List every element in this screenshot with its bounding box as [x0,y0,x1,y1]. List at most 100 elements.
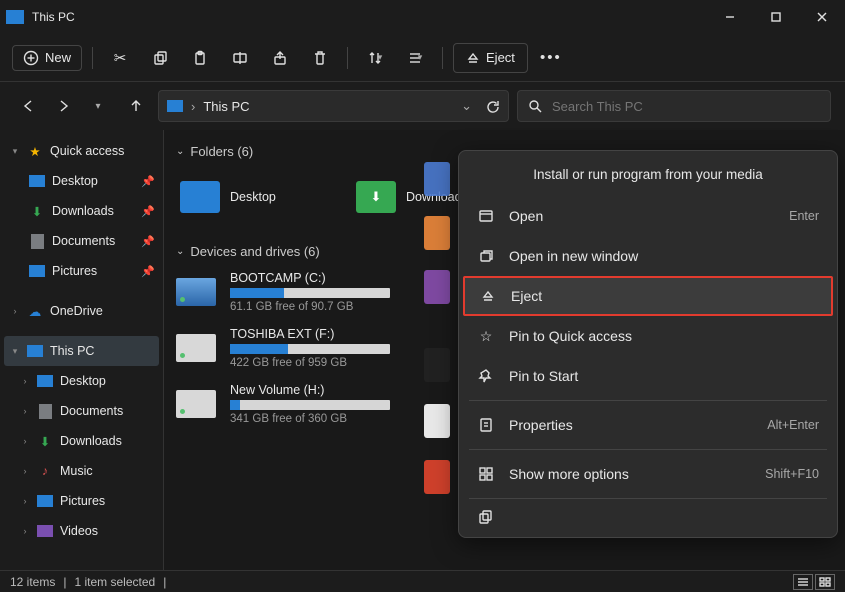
breadcrumb-location: This PC [203,99,249,114]
sidebar-this-pc[interactable]: ▾ This PC [4,336,159,366]
back-button[interactable] [14,92,42,120]
sidebar-tree-desktop[interactable]: ›Desktop [0,366,163,396]
recent-button[interactable]: ▾ [86,92,114,120]
paste-button[interactable] [183,43,217,73]
folder-videos-icon[interactable] [424,270,450,304]
view-button[interactable]: ▾ [398,43,432,73]
sidebar-item-downloads[interactable]: ⬇ Downloads 📌 [0,196,163,226]
sidebar-item-documents[interactable]: Documents 📌 [0,226,163,256]
new-button[interactable]: New [12,45,82,71]
separator [469,498,827,499]
sidebar-quick-access[interactable]: ▾ ★ Quick access [0,136,163,166]
thumbnails-view-button[interactable] [815,574,835,590]
rename-button[interactable] [223,43,257,73]
copy-button[interactable] [143,43,177,73]
context-pin-quick-access[interactable]: ☆ Pin to Quick access [463,316,833,356]
context-show-more[interactable]: Show more options Shift+F10 [463,454,833,494]
forward-button[interactable] [50,92,78,120]
up-button[interactable] [122,92,150,120]
drive-usage-bar [230,400,390,410]
address-bar[interactable]: › This PC ⌄ [158,90,509,122]
drive-usage-bar [230,288,390,298]
sidebar-item-pictures[interactable]: Pictures 📌 [0,256,163,286]
search-icon [528,99,542,113]
downloads-icon: ⬇ [28,204,46,218]
toolbar: New ✂ ▾ ▾ Eject ••• [0,34,845,82]
chevron-down-icon: ⌄ [176,146,184,157]
titlebar: This PC [0,0,845,34]
sidebar-item-desktop[interactable]: Desktop 📌 [0,166,163,196]
sidebar-tree-videos[interactable]: ›Videos [0,516,163,546]
folder-documents-icon[interactable] [424,162,450,196]
sidebar-tree-downloads[interactable]: ›⬇Downloads [0,426,163,456]
sidebar-tree-music[interactable]: ›♪Music [0,456,163,486]
pin-icon: 📌 [141,265,155,278]
context-clipboard-row[interactable] [463,503,833,533]
sidebar-item-label: This PC [50,344,94,358]
drive-name: New Volume (H:) [230,383,390,397]
context-label: Properties [509,417,573,433]
cut-button[interactable]: ✂ [103,43,137,73]
folder-music-icon[interactable] [424,216,450,250]
maximize-button[interactable] [753,0,799,34]
search-input[interactable] [552,99,820,114]
downloads-folder-icon: ⬇ [356,181,396,213]
status-bar: 12 items | 1 item selected | [0,570,845,592]
star-icon: ☆ [477,328,495,345]
context-eject[interactable]: Eject [463,276,833,316]
shortcut-label: Enter [789,209,819,223]
delete-button[interactable] [303,43,337,73]
context-open-new-window[interactable]: Open in new window [463,236,833,276]
drive-free-text: 341 GB free of 360 GB [230,413,390,425]
desktop-icon [29,175,45,187]
sidebar-item-label: Pictures [60,494,105,508]
sidebar-onedrive[interactable]: › ☁ OneDrive [0,296,163,326]
eject-icon [466,51,480,65]
separator [442,47,443,69]
chevron-down-icon[interactable]: ▾ [10,346,20,357]
context-label: Open [509,208,543,224]
eject-label: Eject [486,50,515,65]
drive-icon[interactable] [424,348,450,382]
eject-button[interactable]: Eject [453,43,528,73]
videos-icon [37,525,53,537]
minimize-button[interactable] [707,0,753,34]
refresh-button[interactable] [486,99,500,113]
more-button[interactable]: ••• [534,43,568,73]
app-icon [6,10,24,24]
cloud-icon: ☁ [26,304,44,318]
context-properties[interactable]: Properties Alt+Enter [463,405,833,445]
more-icon [477,466,495,482]
chevron-down-icon[interactable]: ▾ [10,146,20,157]
search-box[interactable] [517,90,831,122]
share-button[interactable] [263,43,297,73]
sidebar-tree-pictures[interactable]: ›Pictures [0,486,163,516]
navigation-row: ▾ › This PC ⌄ [0,82,845,130]
status-separator: | [63,575,66,589]
drive-icon[interactable] [424,404,450,438]
desktop-icon [37,375,53,387]
context-open[interactable]: Open Enter [463,196,833,236]
drive-usage-bar [230,344,390,354]
sidebar-item-label: OneDrive [50,304,103,318]
drive-office-icon[interactable] [424,460,450,494]
window-title: This PC [32,10,707,24]
sidebar-item-label: Desktop [52,174,98,188]
sidebar-item-label: Downloads [60,434,122,448]
sidebar-tree-documents[interactable]: ›Documents [0,396,163,426]
pin-icon: 📌 [141,175,155,188]
chevron-right-icon[interactable]: › [10,306,20,316]
close-button[interactable] [799,0,845,34]
sidebar-item-label: Desktop [60,374,106,388]
details-view-button[interactable] [793,574,813,590]
drive-name: TOSHIBA EXT (F:) [230,327,390,341]
folder-desktop[interactable]: Desktop [180,170,300,224]
chevron-down-icon[interactable]: ⌄ [461,98,472,114]
context-pin-start[interactable]: Pin to Start [463,356,833,396]
new-window-icon [477,248,495,264]
sidebar-item-label: Documents [60,404,123,418]
drive-icon [176,334,216,362]
sort-button[interactable]: ▾ [358,43,392,73]
sidebar-item-label: Quick access [50,144,124,158]
this-pc-icon [27,345,43,357]
